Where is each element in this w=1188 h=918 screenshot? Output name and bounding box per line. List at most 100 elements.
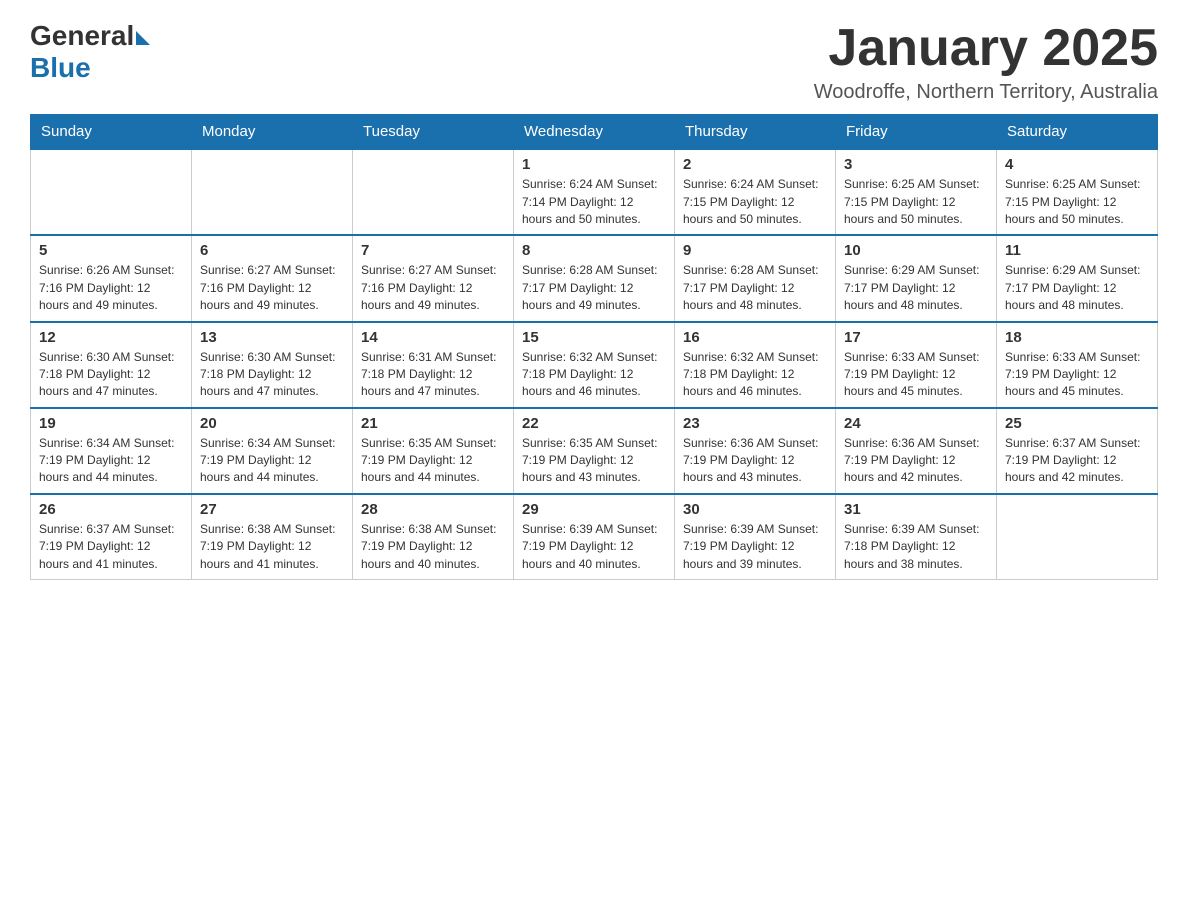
calendar-cell: 10Sunrise: 6:29 AM Sunset: 7:17 PM Dayli… — [836, 235, 997, 321]
day-number: 13 — [200, 329, 344, 346]
calendar-cell: 3 Sunrise: 6:25 AM Sunset: 7:15 PM Daylig… — [836, 149, 997, 235]
day-number: 10 — [844, 242, 988, 259]
calendar-cell: 22 Sunrise: 6:35 AM Sunset: 7:19 PM Dayli… — [514, 408, 675, 494]
calendar-table: SundayMondayTuesdayWednesdayThursdayFrid… — [30, 114, 1158, 580]
day-info: Sunrise: 6:32 AM Sunset: 7:18 PM Dayligh… — [683, 349, 827, 401]
day-info: Sunrise: 6:37 AM Sunset: 7:19 PM Dayligh… — [1005, 435, 1149, 487]
day-number: 24 — [844, 415, 988, 432]
day-info: Sunrise: 6:27 AM Sunset: 7:16 PM Dayligh… — [200, 262, 344, 314]
calendar-cell: 12 Sunrise: 6:30 AM Sunset: 7:18 PM Dayli… — [31, 322, 192, 408]
day-info: Sunrise: 6:24 AM Sunset: 7:14 PM Dayligh… — [522, 176, 666, 228]
day-number: 11 — [1005, 242, 1149, 259]
calendar-cell: 29 Sunrise: 6:39 AM Sunset: 7:19 PM Dayli… — [514, 494, 675, 580]
calendar-cell — [997, 494, 1158, 580]
day-info: Sunrise: 6:39 AM Sunset: 7:19 PM Dayligh… — [683, 521, 827, 573]
day-number: 15 — [522, 329, 666, 346]
day-info: Sunrise: 6:30 AM Sunset: 7:18 PM Dayligh… — [39, 349, 183, 401]
logo-general-text: General — [30, 20, 134, 52]
calendar-header-thursday: Thursday — [675, 115, 836, 150]
day-info: Sunrise: 6:33 AM Sunset: 7:19 PM Dayligh… — [1005, 349, 1149, 401]
day-info: Sunrise: 6:28 AM Sunset: 7:17 PM Dayligh… — [683, 262, 827, 314]
calendar-cell: 27 Sunrise: 6:38 AM Sunset: 7:19 PM Dayli… — [192, 494, 353, 580]
day-info: Sunrise: 6:39 AM Sunset: 7:18 PM Dayligh… — [844, 521, 988, 573]
day-number: 30 — [683, 501, 827, 518]
day-info: Sunrise: 6:25 AM Sunset: 7:15 PM Dayligh… — [1005, 176, 1149, 228]
day-number: 17 — [844, 329, 988, 346]
calendar-header-sunday: Sunday — [31, 115, 192, 150]
day-number: 14 — [361, 329, 505, 346]
day-number: 16 — [683, 329, 827, 346]
calendar-cell: 26 Sunrise: 6:37 AM Sunset: 7:19 PM Dayli… — [31, 494, 192, 580]
calendar-cell — [192, 149, 353, 235]
calendar-header-monday: Monday — [192, 115, 353, 150]
day-number: 4 — [1005, 156, 1149, 173]
logo-triangle-icon — [136, 31, 150, 45]
calendar-cell: 13Sunrise: 6:30 AM Sunset: 7:18 PM Dayli… — [192, 322, 353, 408]
day-number: 3 — [844, 156, 988, 173]
day-info: Sunrise: 6:37 AM Sunset: 7:19 PM Dayligh… — [39, 521, 183, 573]
day-number: 6 — [200, 242, 344, 259]
calendar-cell: 5Sunrise: 6:26 AM Sunset: 7:16 PM Daylig… — [31, 235, 192, 321]
calendar-header-row: SundayMondayTuesdayWednesdayThursdayFrid… — [31, 115, 1158, 150]
day-number: 23 — [683, 415, 827, 432]
day-info: Sunrise: 6:32 AM Sunset: 7:18 PM Dayligh… — [522, 349, 666, 401]
calendar-cell — [353, 149, 514, 235]
day-number: 19 — [39, 415, 183, 432]
day-number: 2 — [683, 156, 827, 173]
calendar-header-friday: Friday — [836, 115, 997, 150]
calendar-cell: 6 Sunrise: 6:27 AM Sunset: 7:16 PM Daylig… — [192, 235, 353, 321]
calendar-cell: 15 Sunrise: 6:32 AM Sunset: 7:18 PM Dayli… — [514, 322, 675, 408]
day-info: Sunrise: 6:24 AM Sunset: 7:15 PM Dayligh… — [683, 176, 827, 228]
day-info: Sunrise: 6:38 AM Sunset: 7:19 PM Dayligh… — [200, 521, 344, 573]
day-number: 18 — [1005, 329, 1149, 346]
calendar-cell: 20Sunrise: 6:34 AM Sunset: 7:19 PM Dayli… — [192, 408, 353, 494]
day-number: 29 — [522, 501, 666, 518]
calendar-cell: 9Sunrise: 6:28 AM Sunset: 7:17 PM Daylig… — [675, 235, 836, 321]
calendar-cell: 7Sunrise: 6:27 AM Sunset: 7:16 PM Daylig… — [353, 235, 514, 321]
calendar-cell: 8Sunrise: 6:28 AM Sunset: 7:17 PM Daylig… — [514, 235, 675, 321]
calendar-week-row: 19 Sunrise: 6:34 AM Sunset: 7:19 PM Dayli… — [31, 408, 1158, 494]
page-header: General Blue January 2025 Woodroffe, Nor… — [30, 20, 1158, 104]
calendar-cell: 1 Sunrise: 6:24 AM Sunset: 7:14 PM Daylig… — [514, 149, 675, 235]
calendar-cell — [31, 149, 192, 235]
calendar-cell: 17 Sunrise: 6:33 AM Sunset: 7:19 PM Dayli… — [836, 322, 997, 408]
month-title: January 2025 — [814, 20, 1158, 77]
day-number: 12 — [39, 329, 183, 346]
day-info: Sunrise: 6:27 AM Sunset: 7:16 PM Dayligh… — [361, 262, 505, 314]
calendar-cell: 18 Sunrise: 6:33 AM Sunset: 7:19 PM Dayli… — [997, 322, 1158, 408]
day-number: 1 — [522, 156, 666, 173]
calendar-header-saturday: Saturday — [997, 115, 1158, 150]
calendar-week-row: 12 Sunrise: 6:30 AM Sunset: 7:18 PM Dayli… — [31, 322, 1158, 408]
location-title: Woodroffe, Northern Territory, Australia — [814, 81, 1158, 104]
day-info: Sunrise: 6:35 AM Sunset: 7:19 PM Dayligh… — [361, 435, 505, 487]
calendar-cell: 24Sunrise: 6:36 AM Sunset: 7:19 PM Dayli… — [836, 408, 997, 494]
day-number: 31 — [844, 501, 988, 518]
day-number: 21 — [361, 415, 505, 432]
day-info: Sunrise: 6:39 AM Sunset: 7:19 PM Dayligh… — [522, 521, 666, 573]
title-section: January 2025 Woodroffe, Northern Territo… — [814, 20, 1158, 104]
day-number: 22 — [522, 415, 666, 432]
day-info: Sunrise: 6:35 AM Sunset: 7:19 PM Dayligh… — [522, 435, 666, 487]
calendar-week-row: 5Sunrise: 6:26 AM Sunset: 7:16 PM Daylig… — [31, 235, 1158, 321]
day-info: Sunrise: 6:34 AM Sunset: 7:19 PM Dayligh… — [200, 435, 344, 487]
day-info: Sunrise: 6:38 AM Sunset: 7:19 PM Dayligh… — [361, 521, 505, 573]
calendar-week-row: 1 Sunrise: 6:24 AM Sunset: 7:14 PM Daylig… — [31, 149, 1158, 235]
calendar-cell: 28Sunrise: 6:38 AM Sunset: 7:19 PM Dayli… — [353, 494, 514, 580]
calendar-cell: 21 Sunrise: 6:35 AM Sunset: 7:19 PM Dayli… — [353, 408, 514, 494]
day-number: 27 — [200, 501, 344, 518]
calendar-cell: 23 Sunrise: 6:36 AM Sunset: 7:19 PM Dayli… — [675, 408, 836, 494]
day-info: Sunrise: 6:26 AM Sunset: 7:16 PM Dayligh… — [39, 262, 183, 314]
day-number: 8 — [522, 242, 666, 259]
calendar-cell: 11Sunrise: 6:29 AM Sunset: 7:17 PM Dayli… — [997, 235, 1158, 321]
calendar-week-row: 26 Sunrise: 6:37 AM Sunset: 7:19 PM Dayli… — [31, 494, 1158, 580]
logo-blue-text: Blue — [30, 52, 91, 83]
day-info: Sunrise: 6:36 AM Sunset: 7:19 PM Dayligh… — [683, 435, 827, 487]
calendar-header-tuesday: Tuesday — [353, 115, 514, 150]
calendar-cell: 25Sunrise: 6:37 AM Sunset: 7:19 PM Dayli… — [997, 408, 1158, 494]
day-info: Sunrise: 6:25 AM Sunset: 7:15 PM Dayligh… — [844, 176, 988, 228]
calendar-cell: 19Sunrise: 6:34 AM Sunset: 7:19 PM Dayli… — [31, 408, 192, 494]
logo: General Blue — [30, 20, 150, 84]
day-info: Sunrise: 6:33 AM Sunset: 7:19 PM Dayligh… — [844, 349, 988, 401]
day-number: 26 — [39, 501, 183, 518]
calendar-cell: 2 Sunrise: 6:24 AM Sunset: 7:15 PM Daylig… — [675, 149, 836, 235]
